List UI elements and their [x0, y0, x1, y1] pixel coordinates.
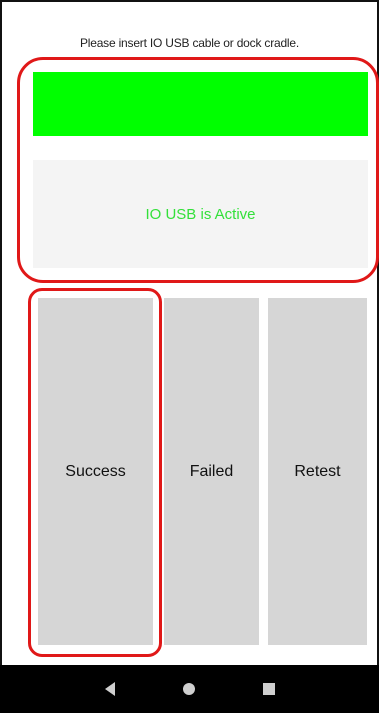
- instruction-text: Please insert IO USB cable or dock cradl…: [79, 36, 300, 50]
- status-text: IO USB is Active: [145, 205, 256, 223]
- status-indicator-bar: [33, 72, 368, 136]
- back-icon[interactable]: [95, 674, 125, 704]
- home-icon[interactable]: [174, 674, 204, 704]
- failed-button[interactable]: Failed: [164, 298, 259, 645]
- retest-button[interactable]: Retest: [268, 298, 367, 645]
- success-button[interactable]: Success: [38, 298, 153, 645]
- status-panel: IO USB is Active: [33, 160, 368, 268]
- navigation-bar: [0, 665, 379, 713]
- recents-icon[interactable]: [254, 674, 284, 704]
